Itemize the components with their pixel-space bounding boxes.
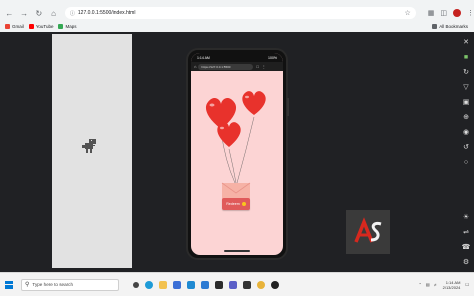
phone-url-box[interactable]: https://127.0.0.1:5500 [198, 63, 254, 70]
notification-icon[interactable]: ☐ [465, 282, 469, 287]
phone-address-bar: ⌂ https://127.0.0.1:5500 □ ⋮ [191, 62, 283, 71]
phone-home-indicator [224, 250, 250, 252]
camera-icon[interactable]: ◉ [463, 128, 469, 137]
redeem-label: Redeem [226, 202, 240, 206]
brand-logo [346, 210, 390, 254]
battery-level: 100% [268, 55, 277, 60]
vscode-icon[interactable] [187, 280, 195, 289]
folder-icon [432, 23, 438, 29]
system-tray: ⌃ ▤ ♬ 1:14 AM 2/13/2024 ☐ [418, 280, 469, 290]
camera-app-icon[interactable] [243, 280, 251, 289]
extensions-icon[interactable]: ▦ [428, 9, 435, 17]
task-view-icon[interactable] [133, 281, 139, 288]
phone-time: 1:14 AM [197, 55, 210, 60]
toolbar-right: ▦ ◫ ⋮ [422, 9, 474, 17]
lightbulb-icon[interactable]: ☀ [463, 213, 469, 222]
zoom-icon[interactable]: ⊕ [463, 113, 469, 122]
back-icon[interactable]: ▽ [463, 83, 468, 92]
home-icon[interactable]: ⌂ [48, 8, 59, 19]
file-explorer-icon[interactable] [159, 280, 167, 289]
media-player-icon[interactable] [271, 280, 279, 289]
taskbar: ⚲ Type here to search ⌃ ▤ ♬ 1:14 AM 2/13… [0, 272, 474, 296]
taskbar-apps [127, 280, 279, 289]
smile-icon [241, 202, 246, 206]
page-content: 1:14 AM 100% ⌂ https://127.0.0.1:5500 □ … [0, 32, 474, 272]
close-icon[interactable]: ✕ [463, 38, 469, 47]
search-icon: ⚲ [25, 282, 30, 288]
rotate-icon[interactable]: ↻ [463, 68, 469, 77]
share-icon[interactable]: ⇌ [463, 228, 469, 237]
toolbar: ← → ↻ ⌂ ⓘ 127.0.0.1:5500/index.html ☆ ▦ … [0, 6, 474, 20]
site-info-icon[interactable]: ⓘ [70, 10, 75, 17]
dino-icon [82, 139, 96, 153]
heart-balloon-right [242, 91, 266, 115]
bookmark-star-icon[interactable]: ☆ [404, 9, 410, 17]
terminal-icon[interactable] [215, 280, 223, 289]
screenshot-icon[interactable]: ▣ [463, 98, 470, 107]
forward-icon[interactable]: → [19, 8, 30, 19]
phone-emulator: 1:14 AM 100% ⌂ https://127.0.0.1:5500 □ … [186, 48, 288, 260]
bookmark-label: Gmail [12, 23, 24, 29]
browser-chrome: ← → ↻ ⌂ ⓘ 127.0.0.1:5500/index.html ☆ ▦ … [0, 0, 474, 32]
profile-avatar[interactable] [453, 9, 462, 17]
address-bar[interactable]: ⓘ 127.0.0.1:5500/index.html ☆ [64, 7, 416, 19]
phone-home-icon[interactable]: ⌂ [194, 64, 196, 69]
reload-icon[interactable]: ↻ [33, 8, 44, 19]
rotate-left-icon[interactable]: ↺ [463, 143, 469, 152]
phone-menu-icon[interactable]: ⋮ [262, 64, 266, 69]
chrome-icon[interactable] [257, 280, 265, 289]
windows-start-icon[interactable] [5, 280, 13, 289]
offline-panel [52, 34, 132, 268]
taskbar-clock[interactable]: 1:14 AM 2/13/2024 [443, 280, 461, 290]
heart-balloon-bottom [217, 122, 241, 147]
youtube-icon [28, 23, 34, 29]
clock-date: 2/13/2024 [442, 284, 461, 290]
phone-screen: 1:14 AM 100% ⌂ https://127.0.0.1:5500 □ … [191, 53, 283, 255]
bookmark-youtube[interactable]: YouTube [28, 23, 54, 29]
phone-icon[interactable]: ☎ [462, 243, 471, 252]
settings-icon[interactable]: ⚙ [463, 258, 469, 267]
volume-icon[interactable]: ♬ [434, 282, 438, 287]
photos-icon[interactable] [229, 280, 237, 289]
clock-time: 1:14 AM [445, 279, 461, 285]
mail-icon[interactable] [201, 280, 209, 289]
network-icon[interactable]: ▤ [426, 282, 430, 287]
bookmark-gmail[interactable]: Gmail [5, 23, 24, 29]
store-icon[interactable] [173, 280, 181, 289]
maps-icon [58, 23, 64, 29]
home-icon[interactable]: ○ [464, 158, 468, 167]
bookmarks-bar: Gmail YouTube Maps All Bookmarks [0, 21, 474, 31]
edge-icon[interactable] [145, 280, 153, 289]
as-logo-icon [354, 217, 382, 243]
back-icon[interactable]: ← [4, 8, 15, 19]
menu-icon[interactable]: ⋮ [467, 9, 474, 17]
taskbar-search[interactable]: ⚲ Type here to search [21, 278, 119, 291]
phone-status-bar: 1:14 AM 100% [191, 53, 283, 62]
all-bookmarks-label: All Bookmarks [439, 23, 468, 29]
phone-side-button [287, 98, 289, 116]
gmail-icon [5, 23, 10, 29]
android-icon[interactable]: ■ [464, 53, 468, 62]
emulator-toolbar: ✕ ■ ↻ ▽ ▣ ⊕ ◉ ↺ ○ ☀ ⇌ ☎ ⚙ [458, 32, 474, 272]
search-placeholder: Type here to search [32, 282, 74, 287]
phone-tabs-icon[interactable]: □ [256, 64, 258, 69]
all-bookmarks[interactable]: All Bookmarks [432, 23, 468, 29]
redeem-button[interactable]: Redeem [222, 198, 250, 210]
bookmark-label: Maps [65, 23, 77, 29]
chevron-up-icon[interactable]: ⌃ [418, 282, 421, 287]
sidepanel-icon[interactable]: ◫ [440, 9, 447, 17]
phone-url-text: https://127.0.0.1:5500 [201, 64, 231, 69]
bookmark-maps[interactable]: Maps [58, 23, 77, 29]
address-text: 127.0.0.1:5500/index.html [77, 10, 136, 16]
bookmark-label: YouTube [35, 23, 54, 29]
